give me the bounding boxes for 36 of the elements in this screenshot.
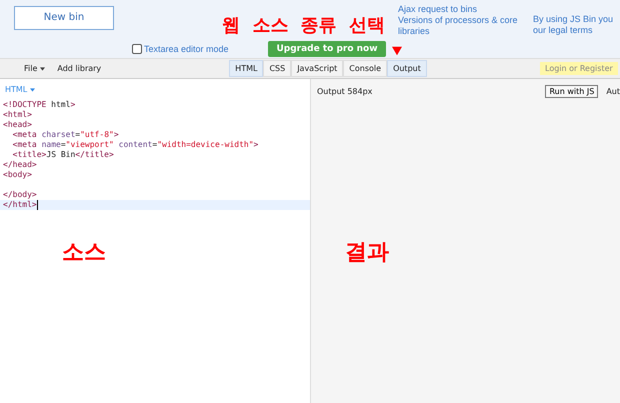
- panel-tab[interactable]: CSS: [263, 60, 292, 77]
- code-line: </head>: [3, 160, 37, 170]
- caret-icon: [40, 66, 46, 70]
- panel-tab[interactable]: Output: [387, 60, 427, 77]
- add-library-link[interactable]: Add library: [57, 64, 102, 73]
- code-line: <!DOCTYPE html>: [3, 100, 76, 110]
- auto-label: Aut: [606, 87, 620, 96]
- code-line: <meta charset="utf-8">: [12, 130, 119, 140]
- annotation-text: 소스: [62, 239, 106, 267]
- panel-tab[interactable]: JavaScript: [291, 60, 344, 77]
- code-line: <html>: [3, 110, 32, 120]
- run-button[interactable]: Run with JS: [545, 85, 598, 98]
- panel-tab[interactable]: Console: [343, 60, 388, 77]
- arrow-icon: [392, 46, 402, 56]
- code-line: <title>JS Bin</title>: [12, 150, 114, 160]
- file-menu[interactable]: File: [24, 64, 46, 73]
- code-line: </html>: [3, 200, 37, 210]
- output-size: Output 584px: [317, 87, 372, 96]
- new-bin-button[interactable]: New bin: [14, 6, 114, 30]
- code-editor[interactable]: HTML <!DOCTYPE html> <html> <head> <meta charset="utf-8"> <meta name="viewport" content="width=device-width"> <title>JS Bin</title> </head> <body> </body> </html> 소스: [0, 79, 311, 403]
- checkbox[interactable]: [132, 44, 142, 54]
- caret-icon: [30, 88, 36, 92]
- menu-link[interactable]: our legal terms: [533, 25, 617, 36]
- menu-link[interactable]: Versions of processors & core: [398, 15, 533, 26]
- annotation-text: 웹 소스 종류 선택: [222, 14, 385, 38]
- panel-tab[interactable]: HTML: [229, 60, 264, 77]
- menu-link[interactable]: libraries: [398, 26, 533, 37]
- annotation-text: 결과: [345, 239, 389, 267]
- menu-link[interactable]: By using JS Bin you: [533, 14, 617, 25]
- menu-link[interactable]: Ajax request to bins: [398, 4, 533, 15]
- code-line: <head>: [3, 120, 32, 130]
- code-line: <body>: [3, 170, 32, 180]
- code-line: </body>: [3, 190, 37, 200]
- text-cursor: [36, 200, 38, 210]
- checkbox-label: Textarea editor mode: [144, 44, 229, 54]
- code-line: <meta name="viewport" content="width=device-width">: [12, 140, 258, 150]
